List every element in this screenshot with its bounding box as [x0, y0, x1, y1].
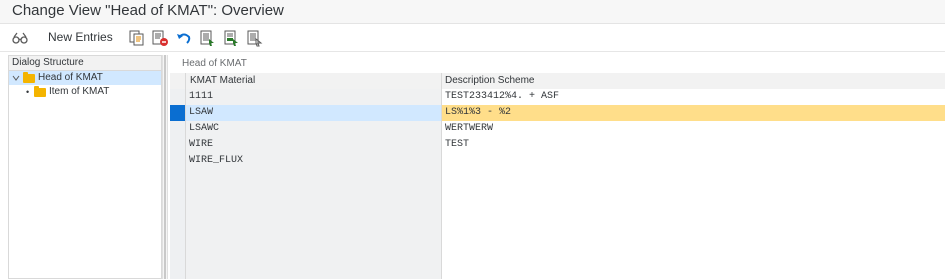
dialog-structure-pane: Dialog Structure Head of KMAT • Item of … [8, 55, 162, 279]
material-cell: LSAW [186, 105, 442, 121]
empty-table-row[interactable] [170, 233, 945, 249]
undo-icon[interactable] [175, 29, 193, 47]
material-cell[interactable] [186, 169, 442, 185]
empty-table-row[interactable] [170, 201, 945, 217]
title-bar: Change View "Head of KMAT": Overview [0, 0, 945, 24]
dialog-structure-header: Dialog Structure [9, 56, 161, 71]
material-cell[interactable] [186, 265, 442, 279]
empty-table-row[interactable] [170, 185, 945, 201]
empty-table-row[interactable] [170, 169, 945, 185]
tree-item-item-of-kmat[interactable]: • Item of KMAT [9, 85, 161, 99]
description-input[interactable]: LS%1%3 - %2 [442, 105, 945, 121]
material-cell: WIRE_FLUX [186, 153, 442, 169]
select-all-cell[interactable] [170, 73, 186, 89]
row-selector[interactable] [170, 249, 186, 265]
material-cell[interactable] [186, 249, 442, 265]
column-header-material[interactable]: KMAT Material [186, 73, 442, 89]
bullet-icon: • [26, 87, 30, 97]
description-input[interactable] [442, 185, 945, 201]
copy-icon[interactable] [128, 29, 146, 47]
table-row[interactable]: LSAW LS%1%3 - %2 [170, 105, 945, 121]
toolbar: New Entries [0, 24, 945, 52]
table-row[interactable]: 1111 TEST233412%4. + ASF [170, 89, 945, 105]
row-selector[interactable] [170, 121, 186, 137]
description-input[interactable] [442, 233, 945, 249]
splitter-grip [164, 55, 166, 279]
description-input[interactable] [442, 249, 945, 265]
description-input[interactable] [442, 169, 945, 185]
description-input[interactable] [442, 217, 945, 233]
deselect-all-icon[interactable] [246, 29, 264, 47]
table-row[interactable]: LSAWC WERTWERW [170, 121, 945, 137]
window-title: Change View "Head of KMAT": Overview [12, 2, 284, 19]
table-row[interactable]: WIRE_FLUX [170, 153, 945, 169]
description-input[interactable] [442, 153, 945, 169]
row-selector[interactable] [170, 89, 186, 105]
tree-item-label: Head of KMAT [38, 72, 103, 83]
column-header-description[interactable]: Description Scheme [442, 73, 945, 89]
empty-table-row[interactable] [170, 217, 945, 233]
row-selector[interactable] [170, 105, 186, 121]
row-selector[interactable] [170, 185, 186, 201]
section-title: Head of KMAT [182, 58, 247, 69]
material-cell[interactable] [186, 201, 442, 217]
description-input[interactable] [442, 265, 945, 279]
table-row[interactable]: WIRE TEST [170, 137, 945, 153]
description-input[interactable]: TEST233412%4. + ASF [442, 89, 945, 105]
folder-icon [23, 72, 35, 83]
description-input[interactable] [442, 201, 945, 217]
material-cell: 1111 [186, 89, 442, 105]
tree-item-label: Item of KMAT [49, 86, 110, 97]
select-block-icon[interactable] [223, 29, 241, 47]
empty-table-row[interactable] [170, 265, 945, 279]
material-cell[interactable] [186, 185, 442, 201]
table-header-row: KMAT Material Description Scheme [170, 73, 945, 89]
row-selector[interactable] [170, 233, 186, 249]
material-cell: LSAWC [186, 121, 442, 137]
folder-icon [34, 86, 46, 97]
new-entries-button[interactable]: New Entries [48, 30, 113, 44]
tree-item-head-of-kmat[interactable]: Head of KMAT [9, 71, 161, 85]
row-selector[interactable] [170, 169, 186, 185]
material-cell[interactable] [186, 233, 442, 249]
description-input[interactable]: TEST [442, 137, 945, 153]
empty-table-row[interactable] [170, 249, 945, 265]
row-selector[interactable] [170, 265, 186, 279]
glasses-icon[interactable] [11, 29, 29, 47]
main-pane: Head of KMAT KMAT Material Description S… [168, 55, 945, 279]
material-cell: WIRE [186, 137, 442, 153]
row-selector[interactable] [170, 153, 186, 169]
row-selector[interactable] [170, 137, 186, 153]
description-input[interactable]: WERTWERW [442, 121, 945, 137]
row-selector[interactable] [170, 217, 186, 233]
material-cell[interactable] [186, 217, 442, 233]
delete-icon[interactable] [151, 29, 169, 47]
select-all-icon[interactable] [199, 29, 217, 47]
row-selector[interactable] [170, 201, 186, 217]
chevron-down-icon[interactable] [12, 71, 20, 85]
